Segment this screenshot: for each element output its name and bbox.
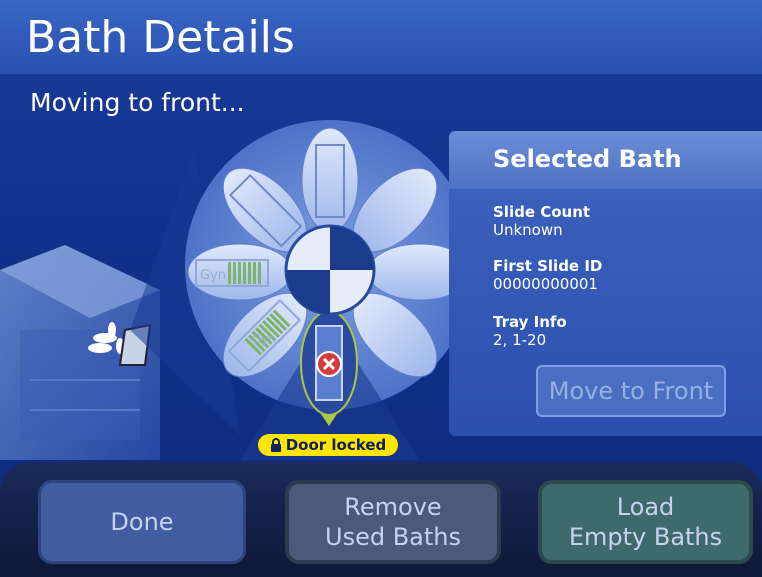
load-button-line2: Empty Baths xyxy=(568,523,723,551)
first-slide-id-label: First Slide ID xyxy=(493,257,603,275)
error-icon xyxy=(316,351,342,377)
lock-icon xyxy=(270,438,281,452)
door-status-label: Door locked xyxy=(285,436,387,454)
panel-title: Selected Bath xyxy=(493,145,682,173)
remove-used-baths-button[interactable]: Remove Used Baths xyxy=(285,480,501,564)
bath-slot-gyn[interactable]: Gyn xyxy=(187,243,293,301)
carousel-hub xyxy=(284,224,376,316)
door-status-badge: Door locked xyxy=(258,434,398,456)
bath-tag-label: Gyn xyxy=(200,268,226,283)
instrument-illustration xyxy=(0,245,160,460)
bath-details-screen: Bath Details Moving to front... Gyn Gyn … xyxy=(0,0,762,577)
done-button[interactable]: Done xyxy=(38,480,246,564)
remove-button-line2: Used Baths xyxy=(325,523,461,551)
done-button-label: Done xyxy=(110,508,174,536)
bath-tag-label: Gyn xyxy=(252,332,276,346)
panel-header: Selected Bath xyxy=(449,131,762,189)
bath-slot[interactable] xyxy=(301,127,359,233)
tray-info-value: 2, 1-20 xyxy=(493,331,547,349)
slide-count-label: Slide Count xyxy=(493,203,591,221)
bottom-action-bar: Done Remove Used Baths Load Empty Baths xyxy=(0,462,762,577)
load-empty-baths-button[interactable]: Load Empty Baths xyxy=(538,480,753,564)
selected-bath-panel: Selected Bath Slide Count Unknown First … xyxy=(449,131,762,436)
move-to-front-button[interactable]: Move to Front xyxy=(536,365,726,417)
remove-button-line1: Remove xyxy=(344,493,442,521)
first-slide-id-value: 00000000001 xyxy=(493,275,598,293)
load-button-line1: Load xyxy=(616,493,675,521)
slide-count-value: Unknown xyxy=(493,221,563,239)
tray-info-label: Tray Info xyxy=(493,313,567,331)
